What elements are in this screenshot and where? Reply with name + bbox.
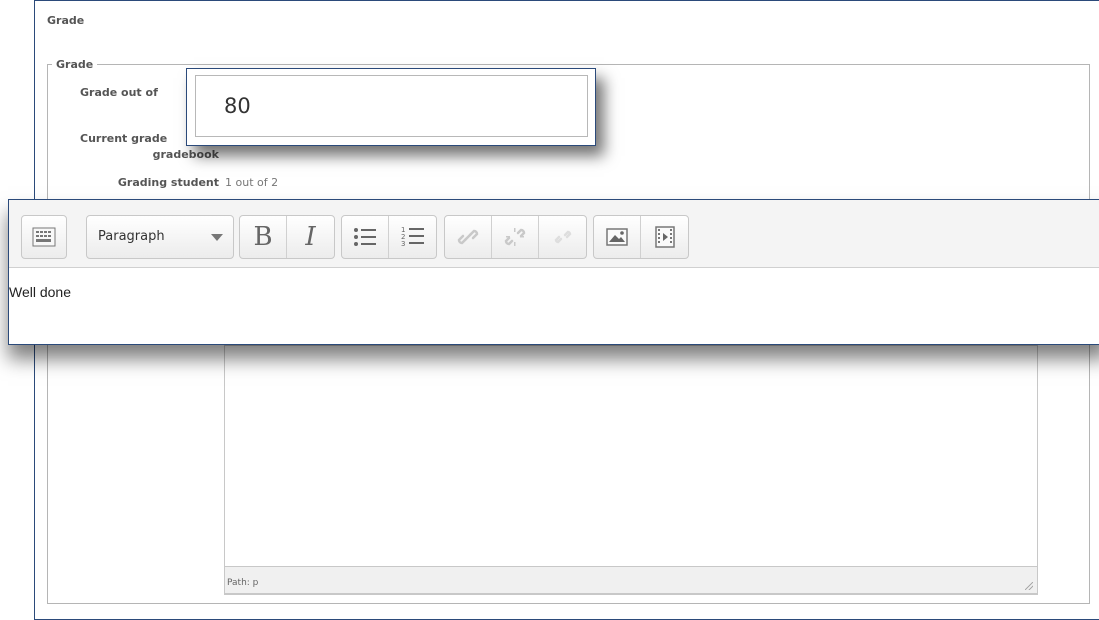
italic-button[interactable]: I — [287, 216, 334, 258]
current-grade-label: Current grade — [80, 132, 168, 145]
grade-out-of-label: Grade out of — [80, 86, 158, 99]
unlink-icon — [504, 228, 526, 246]
anchor-button[interactable] — [539, 216, 586, 258]
format-select-value: Paragraph — [98, 229, 165, 244]
toolbar-toggle-group — [21, 215, 67, 259]
bold-button[interactable]: B — [240, 216, 287, 258]
fieldset-legend: Grade — [56, 58, 94, 71]
media-icon — [654, 226, 675, 248]
svg-text:3: 3 — [401, 240, 405, 248]
unlink-button[interactable] — [492, 216, 539, 258]
numbered-list-icon: 123 — [401, 226, 424, 248]
media-group — [593, 215, 689, 259]
panel-title: Grade — [47, 14, 85, 27]
numbered-list-button[interactable]: 123 — [389, 216, 436, 258]
grading-student-label: Grading student — [117, 176, 219, 189]
text-style-group: B I — [239, 215, 335, 259]
gradebook-label: gradebook — [152, 148, 219, 161]
chevron-down-icon — [211, 234, 223, 241]
grade-input[interactable] — [195, 75, 588, 137]
feedback-editor-magnified: Paragraph B I 123 Well done — [8, 199, 1099, 345]
feedback-text[interactable]: Well done — [9, 284, 71, 300]
toolbar-toggle-icon[interactable] — [22, 216, 66, 258]
link-icon — [457, 229, 479, 245]
editor-path: Path: p — [227, 578, 259, 588]
bullet-list-icon — [354, 228, 376, 246]
editor-toolbar: Paragraph B I 123 — [9, 200, 1099, 268]
italic-icon: I — [305, 222, 316, 252]
list-group: 123 — [341, 215, 437, 259]
feedback-editor-area[interactable] — [224, 345, 1038, 595]
bullet-list-button[interactable] — [342, 216, 389, 258]
editor-path-bar: Path: p — [224, 566, 1038, 594]
resize-grip-icon[interactable] — [1025, 582, 1033, 590]
grade-input-magnified — [186, 68, 596, 146]
image-icon — [606, 228, 628, 246]
grading-student-value: 1 out of 2 — [225, 176, 279, 189]
format-select[interactable]: Paragraph — [86, 215, 234, 259]
bold-icon: B — [253, 222, 273, 252]
link-group — [444, 215, 587, 259]
link-button[interactable] — [445, 216, 492, 258]
media-button[interactable] — [641, 216, 688, 258]
image-button[interactable] — [594, 216, 641, 258]
link-disabled-icon — [554, 230, 571, 244]
